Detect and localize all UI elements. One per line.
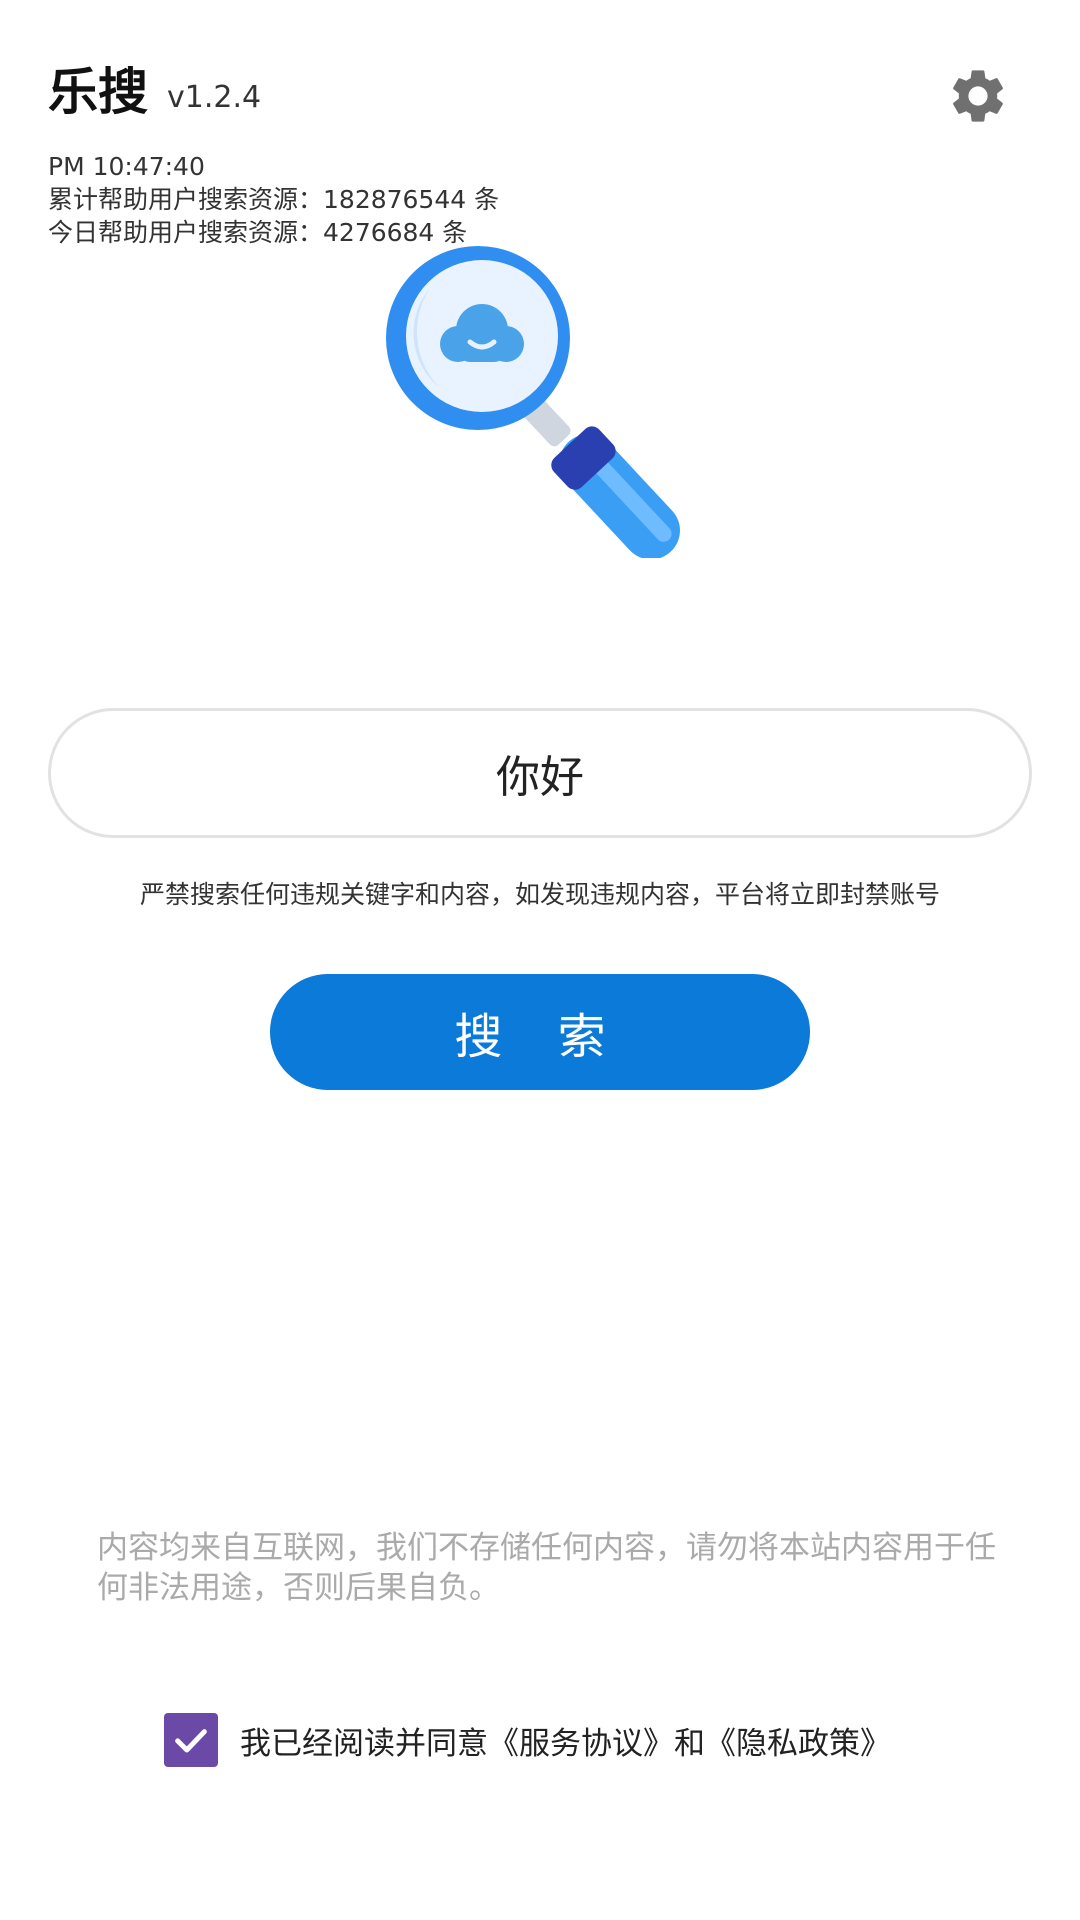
stats-block: PM 10:47:40 累计帮助用户搜索资源：182876544 条 今日帮助用…	[48, 150, 499, 249]
main-screen: 乐搜 v1.2.4 PM 10:47:40 累计帮助用户搜索资源：1828765…	[0, 0, 1080, 1920]
search-warning: 严禁搜索任何违规关键字和内容，如发现违规内容，平台将立即封禁账号	[139, 880, 940, 909]
current-time: PM 10:47:40	[48, 152, 205, 181]
app-version: v1.2.4	[167, 80, 262, 115]
agreement-row[interactable]: 我已经阅读并同意《服务协议》和《隐私政策》	[164, 1712, 891, 1768]
gear-icon	[953, 70, 1003, 122]
search-input[interactable]	[146, 746, 934, 800]
settings-button[interactable]	[946, 64, 1010, 128]
app-title: 乐搜	[48, 63, 148, 121]
check-icon	[175, 1729, 207, 1753]
search-box[interactable]	[48, 708, 1032, 838]
total-search-count: 累计帮助用户搜索资源：182876544 条	[48, 185, 500, 214]
hero-illustration	[370, 238, 710, 560]
search-button[interactable]: 搜 索	[270, 974, 810, 1090]
magnifier-cloud-icon	[386, 246, 680, 560]
agreement-checkbox[interactable]	[164, 1713, 218, 1767]
agreement-text[interactable]: 我已经阅读并同意《服务协议》和《隐私政策》	[240, 1718, 891, 1763]
disclaimer-text: 内容均来自互联网，我们不存储任何内容，请勿将本站内容用于任何非法用途，否则后果自…	[97, 1530, 996, 1606]
